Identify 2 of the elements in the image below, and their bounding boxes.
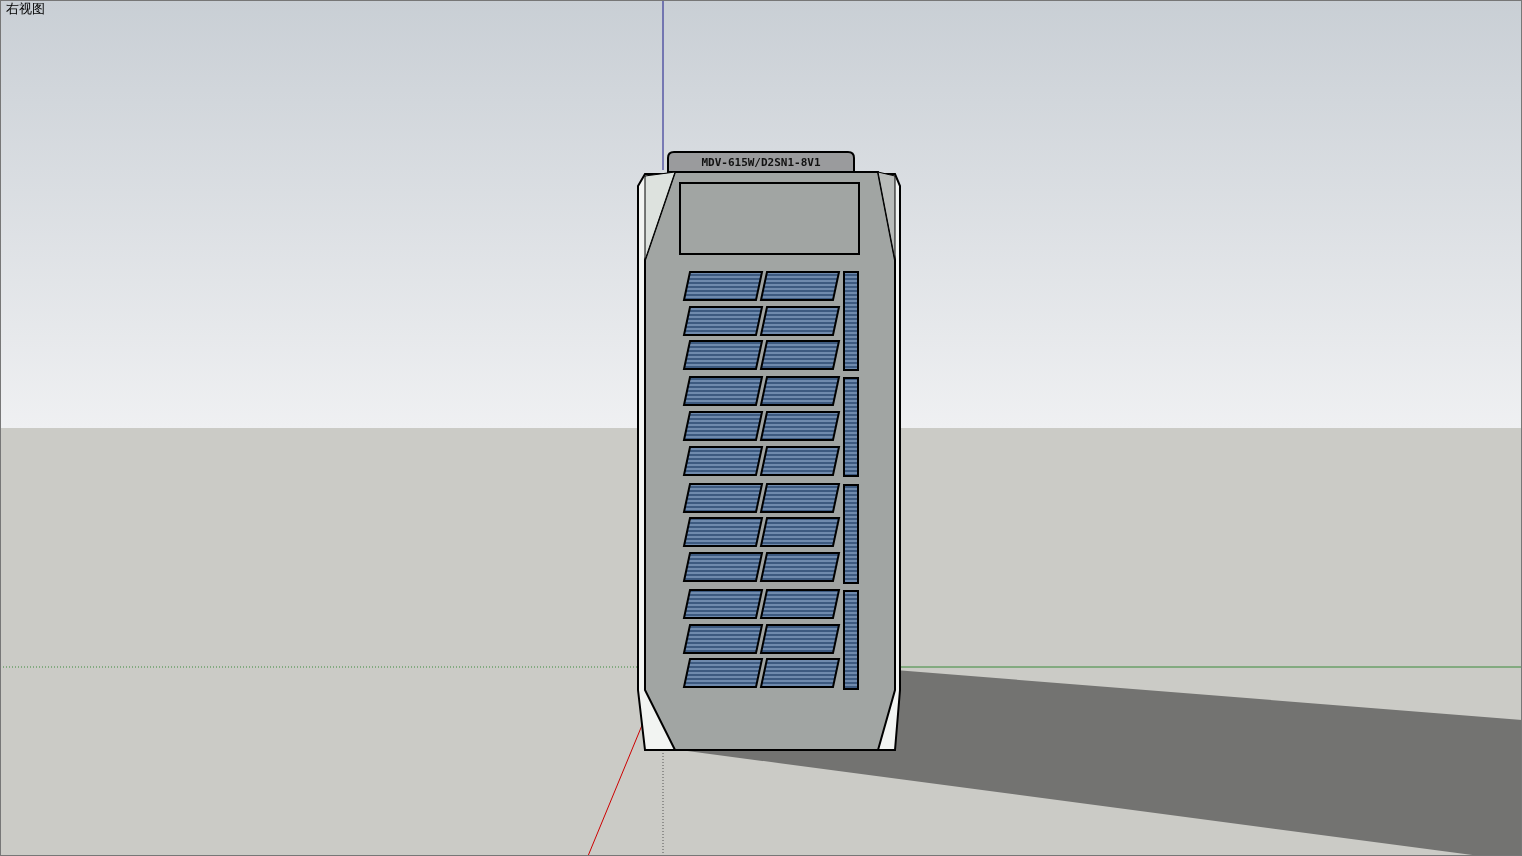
model-label: MDV-615W/D2SN1-8V1 [701, 156, 821, 169]
view-name-label: 右视图 [6, 1, 45, 17]
